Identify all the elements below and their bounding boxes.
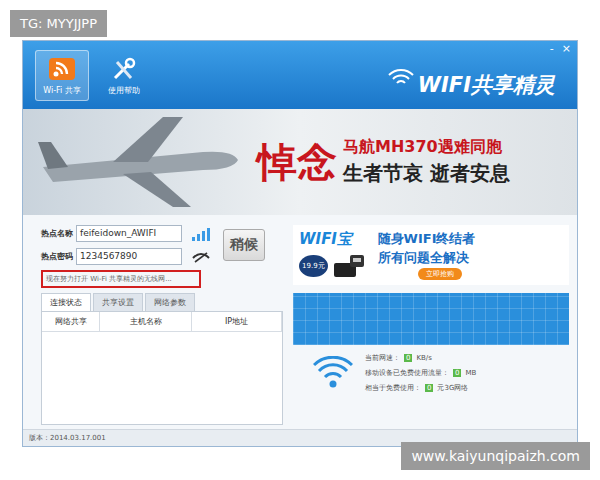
client-table: 网络共享主机名称IP地址 [41, 311, 283, 425]
text-input[interactable]: feifeidown_AWIFI [76, 225, 182, 242]
hotspot-field: 热点名称feifeidown_AWIFI [41, 225, 211, 242]
ad-banner[interactable]: WIFI宝19.9元随身WIFI终结者所有问题全解决立即抢购 [293, 225, 569, 285]
buy-button[interactable]: 立即抢购 [418, 268, 462, 280]
table-header: 网络共享主机名称IP地址 [42, 312, 282, 332]
main-body: 热点名称feifeidown_AWIFI 热点密码1234567890 稍候现在努力… [23, 215, 577, 429]
column-header[interactable]: IP地址 [192, 312, 282, 331]
price-badge: 19.9元 [299, 255, 328, 277]
stat-row: 当前网速：0KB/s [365, 353, 476, 363]
nav-item[interactable]: 使用帮助 [97, 50, 151, 101]
window-control-button[interactable]: - [550, 43, 554, 55]
watermark: www.kaiyunqipaizh.com [401, 442, 590, 470]
window-controls: -× [550, 43, 571, 55]
nav: Wi-Fi 共享使用帮助 [35, 50, 151, 101]
table-body [42, 332, 282, 424]
tools-icon [109, 56, 139, 82]
signal-bars-icon [191, 227, 211, 241]
text-input[interactable]: 1234567890 [76, 248, 182, 265]
stat-row: 相当于免费使用：0元3G网络 [365, 383, 476, 393]
hidden-eye-icon[interactable] [191, 250, 211, 264]
start-button[interactable]: 稍候 [223, 229, 265, 261]
watermark: TG: MYYJJPP [10, 10, 107, 37]
tab[interactable]: 共享设置 [93, 293, 143, 311]
banner[interactable]: 悼念马航MH370遇难同胞生者节哀 逝者安息 [23, 109, 577, 215]
speed-graph [293, 293, 569, 345]
app-logo: WIFI共享精灵 [386, 65, 555, 99]
wifi-share-icon [47, 56, 77, 82]
column-header[interactable]: 网络共享 [42, 312, 100, 331]
window-control-button[interactable]: × [562, 43, 571, 55]
tab[interactable]: 网络参数 [145, 293, 195, 311]
wifi-icon [386, 65, 416, 85]
nav-item[interactable]: Wi-Fi 共享 [35, 50, 89, 101]
tab-bar: 连接状态共享设置网络参数 [41, 293, 289, 311]
stat-row: 移动设备已免费使用流量：0MB [365, 368, 476, 378]
banner-text: 悼念马航MH370遇难同胞生者节哀 逝者安息 [257, 137, 510, 187]
header: Wi-Fi 共享使用帮助 WIFI共享精灵 -× [23, 41, 577, 109]
usb-dongle-icon [330, 251, 370, 281]
page: Wi-Fi 共享使用帮助 WIFI共享精灵 -× 悼念马航MH370遇难同胞生者节哀 … [0, 0, 600, 480]
wifi-icon [313, 356, 353, 390]
stats: 当前网速：0KB/s 移动设备已免费使用流量：0MB 相当于免费使用：0元3G网络 [365, 353, 476, 393]
column-header[interactable]: 主机名称 [100, 312, 192, 331]
info-panel: WIFI宝19.9元随身WIFI终结者所有问题全解决立即抢购当前网速：0KB/s… [293, 215, 577, 429]
app-window: Wi-Fi 共享使用帮助 WIFI共享精灵 -× 悼念马航MH370遇难同胞生者节哀 … [22, 40, 578, 447]
airplane-icon [33, 112, 253, 212]
hotspot-panel: 热点名称feifeidown_AWIFI 热点密码1234567890 稍候现在努力… [23, 215, 293, 429]
status-message: 现在努力打开 Wi-Fi 共享精灵的无线网... [41, 270, 201, 288]
hotspot-field: 热点密码1234567890 [41, 248, 211, 265]
tab[interactable]: 连接状态 [41, 293, 91, 311]
